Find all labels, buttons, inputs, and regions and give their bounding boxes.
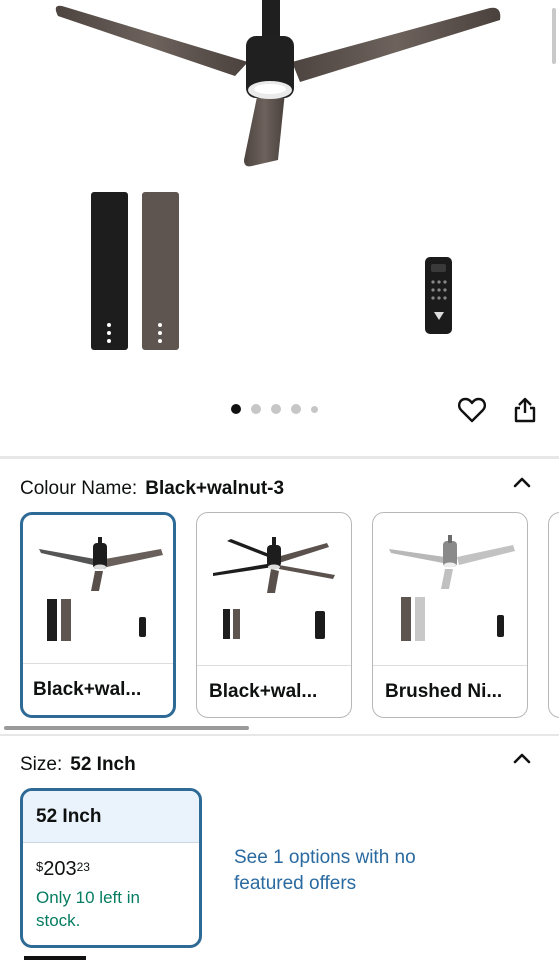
colour-option-label: Brushed Ni... (373, 665, 527, 717)
see-options-link[interactable]: See 1 options with no featured offers (234, 845, 434, 897)
horizontal-scrollbar[interactable] (4, 726, 249, 730)
colour-option[interactable]: Black+wal... (20, 512, 176, 718)
size-selected-value: 52 Inch (70, 754, 136, 775)
size-label-row: Size: 52 Inch (20, 754, 136, 776)
colour-option[interactable]: Black+wal... (196, 512, 352, 718)
carousel-dot[interactable] (311, 405, 318, 413)
vertical-scrollbar[interactable] (552, 8, 556, 64)
ceiling-fan-image (55, 0, 501, 350)
chevron-up-icon[interactable] (509, 746, 535, 772)
section-divider (0, 734, 559, 736)
colour-thumbnail (39, 537, 163, 641)
colour-option-partial[interactable] (548, 512, 559, 718)
image-carousel-dots[interactable] (231, 404, 318, 414)
colour-selected-value: Black+walnut-3 (145, 478, 285, 499)
size-label: Size: (20, 754, 63, 775)
colour-option-label: Black+wal... (197, 665, 351, 717)
price-fraction: 23 (76, 860, 90, 874)
stock-status: Only 10 left in stock. (36, 888, 140, 930)
chevron-up-icon[interactable] (509, 470, 535, 496)
price: $20323 (23, 843, 199, 880)
size-option-card[interactable]: 52 Inch $20323 Only 10 left in stock. (20, 788, 202, 948)
bottom-tab-indicator (24, 956, 86, 960)
share-icon[interactable] (508, 393, 542, 427)
colour-label-row: Colour Name: Black+walnut-3 (20, 478, 284, 500)
colour-thumbnail (213, 537, 335, 639)
colour-label: Colour Name: (20, 478, 138, 499)
carousel-dot[interactable] (231, 404, 241, 414)
price-whole: 203 (43, 858, 77, 880)
section-divider (0, 456, 559, 459)
colour-thumbnail (389, 535, 515, 641)
colour-option-label: Black+wal... (23, 663, 173, 715)
heart-icon[interactable] (455, 393, 489, 427)
carousel-dot[interactable] (291, 404, 301, 414)
colour-option[interactable]: Brushed Ni... (372, 512, 528, 718)
carousel-dot[interactable] (271, 404, 281, 414)
carousel-dot[interactable] (251, 404, 261, 414)
product-image-gallery[interactable] (0, 0, 559, 455)
price-currency: $ (36, 859, 44, 874)
size-option-label: 52 Inch (23, 791, 199, 843)
